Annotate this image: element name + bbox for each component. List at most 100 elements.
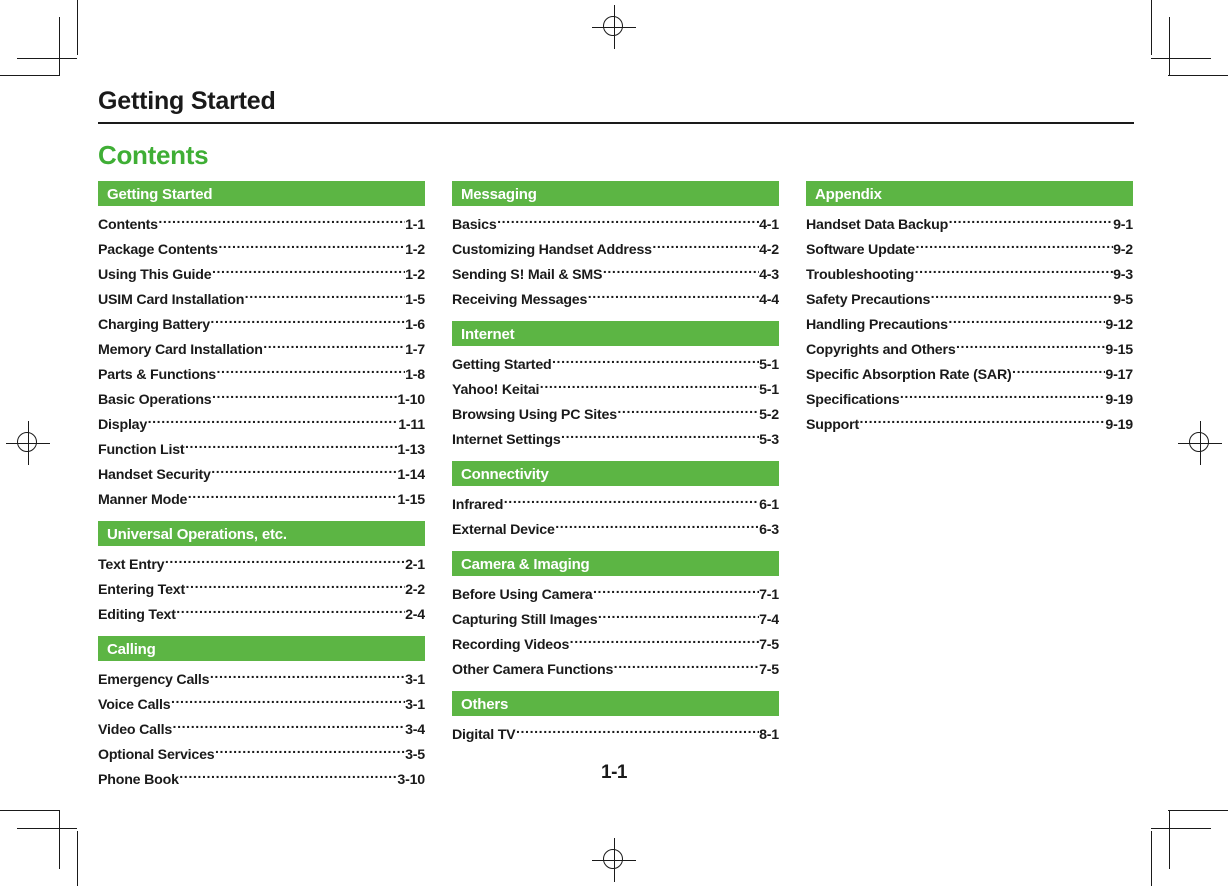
toc-entry[interactable]: Specifications 9-19 [806, 385, 1133, 410]
registration-mark-left [6, 421, 50, 465]
toc-entry-page: 9-12 [1105, 317, 1133, 334]
toc-entry[interactable]: Support 9-19 [806, 410, 1133, 435]
toc-entry-label: Before Using Camera [452, 587, 593, 604]
toc-entry-page: 4-3 [759, 267, 779, 284]
toc-dot-leader [188, 485, 397, 504]
toc-entry[interactable]: Manner Mode 1-15 [98, 485, 425, 510]
toc-entry-label: Basic Operations [98, 392, 212, 409]
contents-column-3: Appendix Handset Data Backup9-1Software U… [806, 181, 1133, 790]
toc-entry[interactable]: Recording Videos 7-5 [452, 630, 779, 655]
toc-entry[interactable]: Text Entry 2-1 [98, 550, 425, 575]
toc-entry[interactable]: Safety Precautions 9-5 [806, 285, 1133, 310]
toc-entry[interactable]: External Device 6-3 [452, 515, 779, 540]
toc-dot-leader [215, 740, 405, 759]
toc-dot-leader [561, 425, 759, 444]
toc-entry-page: 1-2 [405, 242, 425, 259]
toc-entry-page: 1-10 [397, 392, 425, 409]
toc-dot-leader [540, 375, 759, 394]
toc-dot-leader [504, 490, 759, 509]
toc-entry[interactable]: Receiving Messages 4-4 [452, 285, 779, 310]
toc-entry-page: 9-3 [1113, 267, 1133, 284]
toc-entry[interactable]: Editing Text 2-4 [98, 600, 425, 625]
toc-entry-label: Display [98, 417, 148, 434]
crop-mark-top-left-inner-h [17, 58, 77, 59]
toc-entry[interactable]: Handset Security 1-14 [98, 460, 425, 485]
toc-dot-leader [603, 260, 759, 279]
section-header-messaging: Messaging [452, 181, 779, 207]
toc-entry[interactable]: Getting Started 5-1 [452, 350, 779, 375]
toc-entry[interactable]: Copyrights and Others 9-15 [806, 335, 1133, 360]
toc-entry[interactable]: Infrared 6-1 [452, 490, 779, 515]
toc-dot-leader [588, 285, 759, 304]
toc-dot-leader [598, 605, 759, 624]
toc-entry[interactable]: Customizing Handset Address 4-2 [452, 235, 779, 260]
toc-entry[interactable]: Function List 1-13 [98, 435, 425, 460]
toc-entry-label: Package Contents [98, 242, 218, 259]
contents-columns: Getting StartedContents1-1Package Conten… [98, 181, 1134, 790]
toc-entry[interactable]: Parts & Functions 1-8 [98, 360, 425, 385]
toc-entry-list: Text Entry2-1Entering Text2-2Editing Tex… [98, 550, 425, 625]
toc-entry-page: 4-1 [759, 217, 779, 234]
toc-entry[interactable]: Software Update 9-2 [806, 235, 1133, 260]
toc-entry-label: Memory Card Installation [98, 342, 263, 359]
toc-dot-leader [617, 400, 758, 419]
toc-dot-leader [165, 550, 405, 569]
toc-entry-list: Contents1-1 Package Contents 1-2Using This… [98, 210, 425, 510]
toc-entry[interactable]: Basic Operations 1-10 [98, 385, 425, 410]
toc-entry[interactable]: Other Camera Functions 7-5 [452, 655, 779, 680]
toc-entry[interactable]: Display 1-11 [98, 410, 425, 435]
toc-dot-leader [217, 360, 405, 379]
toc-entry-label: Specific Absorption Rate (SAR) [806, 367, 1012, 384]
toc-entry[interactable]: Package Contents 1-2 [98, 235, 425, 260]
toc-dot-leader [148, 410, 398, 429]
toc-entry[interactable]: Contents 1-1 [98, 210, 425, 235]
toc-entry[interactable]: Yahoo! Keitai 5-1 [452, 375, 779, 400]
toc-entry-label: External Device [452, 522, 555, 539]
toc-entry-page: 1-8 [405, 367, 425, 384]
toc-entry[interactable]: Internet Settings 5-3 [452, 425, 779, 450]
toc-entry-label: Handling Precautions [806, 317, 948, 334]
toc-entry[interactable]: Memory Card Installation 1-7 [98, 335, 425, 360]
toc-entry[interactable]: Entering Text 2-2 [98, 575, 425, 600]
contents-column-1: Getting StartedContents1-1Package Conten… [98, 181, 425, 790]
toc-entry-page: 5-3 [759, 432, 779, 449]
toc-entry-label: Copyrights and Others [806, 342, 956, 359]
toc-entry-page: 9-19 [1105, 392, 1133, 409]
toc-entry-label: Capturing Still Images [452, 612, 598, 629]
title-rule [98, 121, 1134, 124]
toc-entry-label: Editing Text [98, 607, 176, 624]
toc-entry[interactable]: USIM Card Installation 1-5 [98, 285, 425, 310]
toc-entry[interactable]: Digital TV 8-1 [452, 720, 779, 745]
toc-entry[interactable]: Basics 4-1 [452, 210, 779, 235]
toc-entry[interactable]: Voice Calls 3-1 [98, 690, 425, 715]
toc-entry[interactable]: Charging Battery 1-6 [98, 310, 425, 335]
toc-entry[interactable]: Browsing Using PC Sites 5-2 [452, 400, 779, 425]
section-header-appendix: Appendix [806, 181, 1133, 207]
toc-entry-page: 9-5 [1113, 292, 1133, 309]
toc-entry-label: Voice Calls [98, 697, 171, 714]
toc-entry-page: 9-19 [1105, 417, 1133, 434]
toc-dot-leader [593, 580, 759, 599]
toc-entry[interactable]: Specific Absorption Rate (SAR) 9-17 [806, 360, 1133, 385]
toc-entry[interactable]: Sending S! Mail & SMS 4-3 [452, 260, 779, 285]
toc-entry[interactable]: Before Using Camera 7-1 [452, 580, 779, 605]
toc-entry[interactable]: Handling Precautions 9-12 [806, 310, 1133, 335]
toc-dot-leader [652, 235, 758, 254]
toc-entry-list: Infrared 6-1 External Device 6-3 [452, 490, 779, 540]
toc-entry[interactable]: Handset Data Backup 9-1 [806, 210, 1133, 235]
toc-entry[interactable]: Using This Guide 1-2 [98, 260, 425, 285]
crop-mark-bottom-left-outer-h [0, 810, 60, 811]
registration-mark-right [1178, 421, 1222, 465]
toc-entry[interactable]: Troubleshooting 9-3 [806, 260, 1133, 285]
toc-entry[interactable]: Capturing Still Images 7-4 [452, 605, 779, 630]
toc-entry-label: Yahoo! Keitai [452, 382, 540, 399]
toc-entry[interactable]: Video Calls 3-4 [98, 715, 425, 740]
page-folio: 1-1 [601, 762, 627, 783]
toc-entry[interactable]: Emergency Calls 3-1 [98, 665, 425, 690]
toc-entry-page: 1-1 [405, 217, 425, 234]
toc-entry-page: 1-13 [397, 442, 425, 459]
toc-dot-leader [555, 515, 758, 534]
